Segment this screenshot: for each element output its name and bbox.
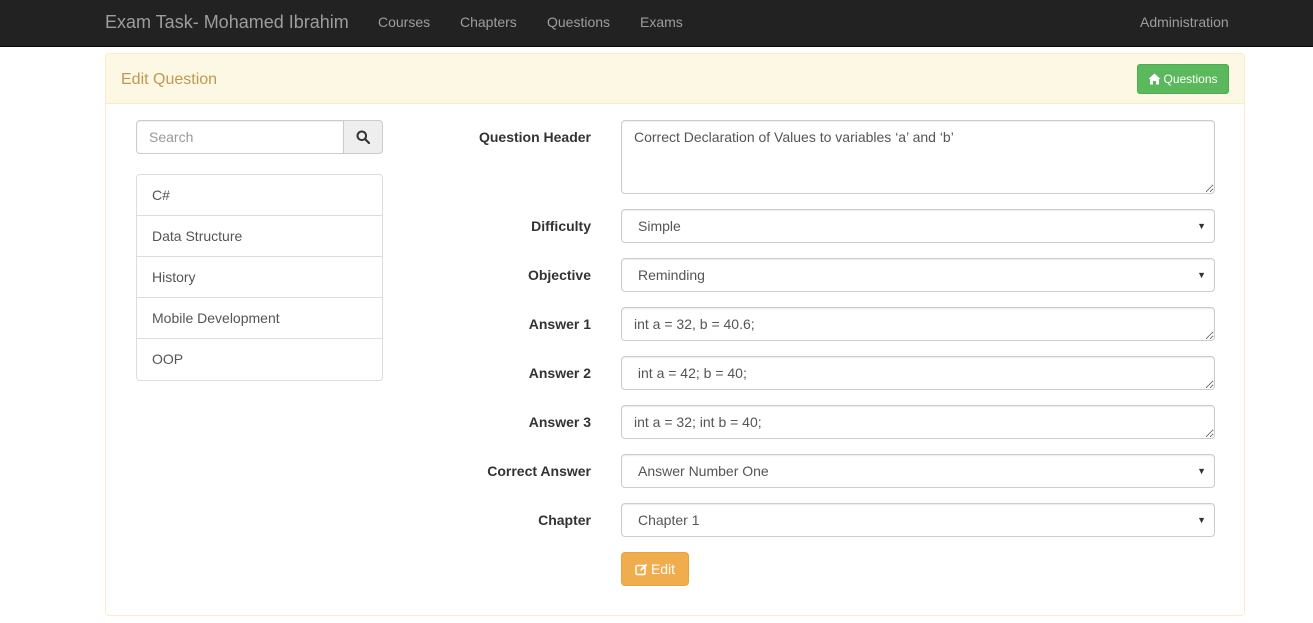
- search-input[interactable]: [136, 120, 344, 154]
- nav-link-exams[interactable]: Exams: [640, 14, 683, 30]
- navbar-brand[interactable]: Exam Task- Mohamed Ibrahim: [105, 12, 349, 32]
- chapter-label: Chapter: [538, 512, 591, 528]
- correct-answer-label: Correct Answer: [487, 463, 591, 479]
- correct-answer-selected: Answer Number One: [638, 463, 769, 479]
- list-item-mobile-development[interactable]: Mobile Development: [137, 298, 382, 339]
- objective-selected: Reminding: [638, 267, 705, 283]
- caret-down-icon: ▼: [1197, 270, 1206, 280]
- page-title: Edit Question: [121, 71, 218, 88]
- chapter-selected: Chapter 1: [638, 512, 700, 528]
- question-header-label: Question Header: [478, 129, 591, 145]
- edit-button[interactable]: Edit: [621, 552, 689, 586]
- question-header-field[interactable]: Correct Declaration of Values to variabl…: [621, 120, 1215, 194]
- edit-question-panel: Edit Question Questions C# Data Structur…: [105, 53, 1245, 616]
- caret-down-icon: ▼: [1197, 221, 1206, 231]
- difficulty-select[interactable]: Simple ▼: [621, 209, 1215, 243]
- answer-3-label: Answer 3: [528, 414, 591, 430]
- panel-heading: Edit Question Questions: [106, 54, 1244, 104]
- nav-link-chapters[interactable]: Chapters: [460, 14, 517, 30]
- answer-2-field[interactable]: int a = 42; b = 40;: [621, 356, 1215, 390]
- edit-button-label: Edit: [650, 561, 676, 577]
- course-list: C# Data Structure History Mobile Develop…: [136, 174, 383, 381]
- caret-down-icon: ▼: [1197, 466, 1206, 476]
- list-item-history[interactable]: History: [137, 257, 382, 298]
- questions-button[interactable]: Questions: [1137, 64, 1229, 94]
- difficulty-selected: Simple: [638, 218, 681, 234]
- correct-answer-select[interactable]: Answer Number One ▼: [621, 454, 1215, 488]
- nav-link-administration[interactable]: Administration: [1140, 14, 1229, 30]
- nav-link-questions[interactable]: Questions: [547, 14, 610, 30]
- edit-icon: [635, 563, 648, 576]
- answer-1-field[interactable]: int a = 32, b = 40.6;: [621, 307, 1215, 341]
- answer-2-label: Answer 2: [528, 365, 591, 381]
- objective-select[interactable]: Reminding ▼: [621, 258, 1215, 292]
- answer-3-field[interactable]: int a = 32; int b = 40;: [621, 405, 1215, 439]
- top-navbar: Exam Task- Mohamed Ibrahim Courses Chapt…: [0, 0, 1313, 47]
- nav-link-courses[interactable]: Courses: [378, 14, 430, 30]
- answer-1-label: Answer 1: [528, 316, 591, 332]
- home-icon: [1148, 73, 1161, 85]
- questions-button-label: Questions: [1163, 72, 1218, 86]
- caret-down-icon: ▼: [1197, 515, 1206, 525]
- search-icon: [356, 130, 370, 144]
- list-item-data-structure[interactable]: Data Structure: [137, 216, 382, 257]
- search-button[interactable]: [343, 120, 383, 154]
- chapter-select[interactable]: Chapter 1 ▼: [621, 503, 1215, 537]
- list-item-oop[interactable]: OOP: [137, 339, 382, 380]
- difficulty-label: Difficulty: [531, 218, 591, 234]
- objective-label: Objective: [527, 267, 591, 283]
- list-item-csharp[interactable]: C#: [137, 175, 382, 216]
